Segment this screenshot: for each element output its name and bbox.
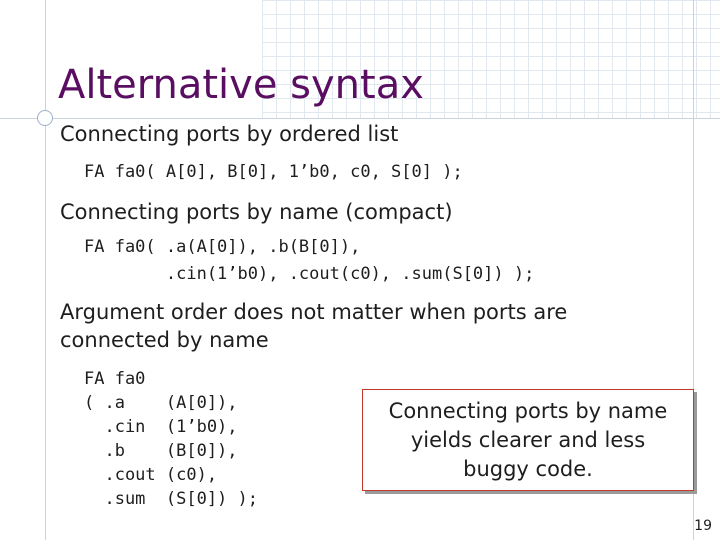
code-long-line-4: .b (B[0]), (84, 441, 238, 461)
bullet-ordered-list: Connecting ports by ordered list (60, 122, 399, 146)
code-long-line-5: .cout (c0), (84, 465, 218, 485)
callout-box: Connecting ports by name yields clearer … (362, 389, 694, 491)
bullet-named-compact: Connecting ports by name (compact) (60, 200, 453, 224)
code-named-line-2: .cin(1’b0), .cout(c0), .sum(S[0]) ); (84, 264, 535, 284)
code-long-line-2: ( .a (A[0]), (84, 393, 238, 413)
left-rule (45, 0, 46, 540)
code-long-line-1: FA fa0 (84, 369, 146, 389)
callout-text: Connecting ports by name yields clearer … (388, 398, 668, 481)
title-rule (0, 118, 720, 119)
bullet-argument-order: Argument order does not matter when port… (60, 300, 568, 324)
slide-title: Alternative syntax (58, 62, 424, 108)
page-number: 19 (694, 518, 712, 534)
code-long-line-6: .sum (S[0]) ); (84, 489, 258, 509)
code-long-line-3: .cin (1’b0), (84, 417, 238, 437)
bullet-argument-order-cont: connected by name (60, 328, 269, 352)
code-ordered: FA fa0( A[0], B[0], 1’b0, c0, S[0] ); (84, 162, 463, 182)
code-named-line-1: FA fa0( .a(A[0]), .b(B[0]), (84, 237, 361, 257)
ring-icon (37, 110, 53, 126)
